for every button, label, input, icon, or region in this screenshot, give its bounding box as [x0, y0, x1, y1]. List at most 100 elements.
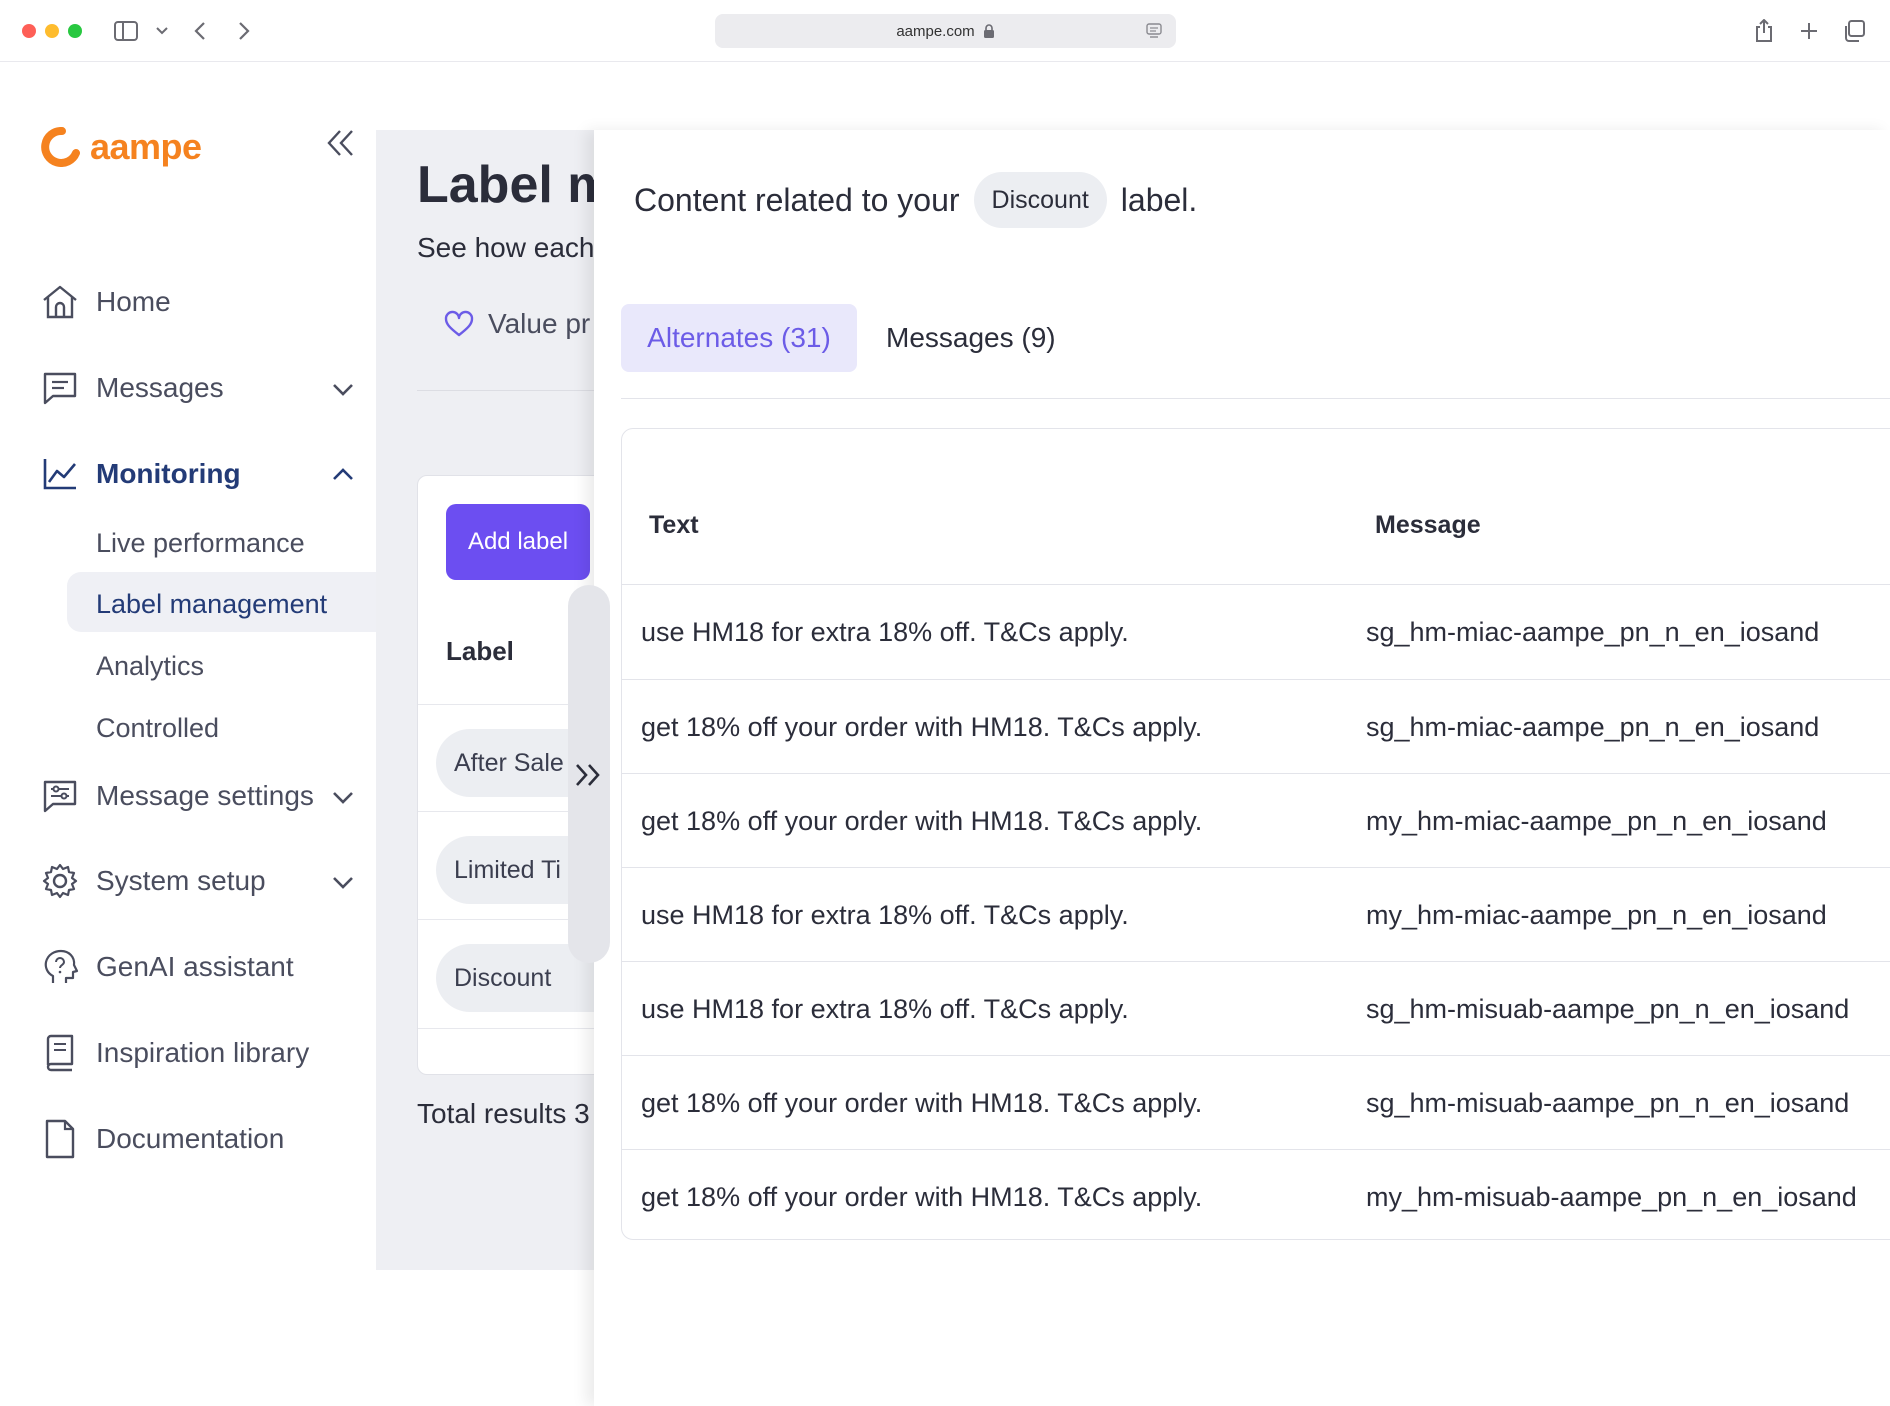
- logo-mark-icon: [41, 127, 80, 167]
- label-column-header: Label: [446, 636, 514, 666]
- home-icon: [40, 282, 80, 322]
- table-row[interactable]: use HM18 for extra 18% off. T&Cs apply. …: [622, 867, 1890, 961]
- chevron-down-icon[interactable]: [154, 16, 170, 46]
- gear-icon: [40, 861, 80, 901]
- tab-messages[interactable]: Messages (9): [886, 304, 1056, 372]
- panel-title: Content related to your Discount label.: [634, 172, 1197, 228]
- table-row[interactable]: get 18% off your order with HM18. T&Cs a…: [622, 1149, 1890, 1239]
- nav-system-setup-label: System setup: [96, 865, 266, 896]
- total-results: Total results 3: [417, 1098, 590, 1129]
- browser-toolbar: aampe.com: [0, 0, 1890, 62]
- address-bar[interactable]: aampe.com: [715, 14, 1176, 48]
- nav-home[interactable]: Home: [40, 277, 171, 327]
- forward-icon[interactable]: [234, 16, 254, 46]
- nav-monitoring-label: Monitoring: [96, 458, 241, 489]
- message-icon: [40, 368, 80, 408]
- minimize-window-button[interactable]: [45, 24, 59, 38]
- nav-genai-label: GenAI assistant: [96, 951, 294, 982]
- chevron-up-icon[interactable]: [330, 462, 356, 488]
- label-badge: Discount: [973, 172, 1107, 228]
- nav-message-settings[interactable]: Message settings: [40, 771, 314, 821]
- reader-icon[interactable]: [1146, 23, 1162, 39]
- subnav-analytics[interactable]: Analytics: [96, 644, 204, 688]
- label-content-panel: Content related to your Discount label. …: [594, 130, 1890, 1406]
- chevron-down-icon[interactable]: [330, 376, 356, 402]
- nav-messages-label: Messages: [96, 372, 224, 403]
- cell-text: use HM18 for extra 18% off. T&Cs apply.: [641, 616, 1129, 647]
- cell-message: sg_hm-misuab-aampe_pn_n_en_iosand: [1366, 1087, 1850, 1118]
- subnav-controlled-label: Controlled: [96, 712, 220, 743]
- value-tab-label: Value pr: [488, 308, 591, 339]
- divider: [418, 1028, 594, 1029]
- cell-text: get 18% off your order with HM18. T&Cs a…: [641, 711, 1203, 742]
- panel-title-prefix: Content related to your: [634, 181, 960, 218]
- chevron-down-icon[interactable]: [330, 784, 356, 810]
- back-icon[interactable]: [190, 16, 210, 46]
- nav-system-setup[interactable]: System setup: [40, 856, 266, 906]
- cell-text: get 18% off your order with HM18. T&Cs a…: [641, 1087, 1203, 1118]
- subnav-live-performance[interactable]: Live performance: [96, 521, 305, 565]
- divider: [417, 390, 594, 391]
- message-settings-icon: [40, 776, 80, 816]
- column-header-text: Text: [649, 511, 699, 539]
- tab-alternates[interactable]: Alternates (31): [621, 304, 857, 372]
- cell-text: get 18% off your order with HM18. T&Cs a…: [641, 805, 1203, 836]
- subnav-label-management[interactable]: Label management: [96, 582, 327, 626]
- cell-text: get 18% off your order with HM18. T&Cs a…: [641, 1181, 1203, 1212]
- cell-message: my_hm-miac-aampe_pn_n_en_iosand: [1366, 899, 1827, 930]
- aampe-logo[interactable]: aampe: [40, 126, 202, 168]
- tab-overview-icon[interactable]: [1842, 16, 1866, 46]
- table-row[interactable]: get 18% off your order with HM18. T&Cs a…: [622, 679, 1890, 773]
- share-icon[interactable]: [1752, 16, 1776, 46]
- cell-message: sg_hm-misuab-aampe_pn_n_en_iosand: [1366, 993, 1850, 1024]
- label-chip-discount[interactable]: Discount: [436, 944, 594, 1012]
- zoom-window-button[interactable]: [68, 24, 82, 38]
- nav-monitoring[interactable]: Monitoring: [40, 449, 241, 499]
- subnav-analytics-label: Analytics: [96, 650, 205, 681]
- cell-message: my_hm-miac-aampe_pn_n_en_iosand: [1366, 805, 1827, 836]
- subnav-controlled[interactable]: Controlled: [96, 706, 219, 750]
- nav-home-label: Home: [96, 286, 171, 317]
- nav-messages[interactable]: Messages: [40, 363, 224, 413]
- cell-text: use HM18 for extra 18% off. T&Cs apply.: [641, 993, 1129, 1024]
- nav-genai-assistant[interactable]: GenAI assistant: [40, 942, 294, 992]
- subnav-label-mgmt-label: Label management: [96, 588, 328, 619]
- cell-message: sg_hm-miac-aampe_pn_n_en_iosand: [1366, 616, 1820, 647]
- chevron-down-icon[interactable]: [330, 869, 356, 895]
- nav-documentation[interactable]: Documentation: [40, 1114, 284, 1164]
- nav-documentation-label: Documentation: [96, 1123, 285, 1154]
- close-window-button[interactable]: [22, 24, 36, 38]
- column-header-message: Message: [1375, 511, 1481, 539]
- heart-icon: [444, 310, 474, 337]
- alternates-table: Text Message use HM18 for extra 18% off.…: [621, 428, 1890, 1240]
- nav-inspiration-library[interactable]: Inspiration library: [40, 1028, 309, 1078]
- subnav-live-label: Live performance: [96, 527, 305, 558]
- sidebar-toggle-icon[interactable]: [112, 16, 140, 46]
- table-row[interactable]: get 18% off your order with HM18. T&Cs a…: [622, 1055, 1890, 1149]
- nav-inspiration-label: Inspiration library: [96, 1037, 310, 1068]
- chart-line-icon: [40, 454, 80, 494]
- table-row[interactable]: use HM18 for extra 18% off. T&Cs apply. …: [622, 585, 1890, 679]
- document-icon: [40, 1119, 80, 1159]
- book-icon: [40, 1033, 80, 1073]
- collapse-sidebar-icon[interactable]: [326, 128, 356, 163]
- ai-head-icon: [40, 947, 80, 987]
- label-management-page: Label m See how each Value pr Add label …: [376, 130, 594, 1270]
- cell-text: use HM18 for extra 18% off. T&Cs apply.: [641, 899, 1129, 930]
- url-text: aampe.com: [896, 22, 975, 40]
- add-label-button[interactable]: Add label: [446, 504, 590, 580]
- expand-panel-icon[interactable]: [573, 760, 605, 795]
- lock-icon: [983, 24, 994, 38]
- logo-text: aampe: [90, 126, 202, 167]
- cell-message: sg_hm-miac-aampe_pn_n_en_iosand: [1366, 711, 1820, 742]
- cell-message: my_hm-misuab-aampe_pn_n_en_iosand: [1366, 1181, 1857, 1212]
- table-row[interactable]: get 18% off your order with HM18. T&Cs a…: [622, 773, 1890, 867]
- panel-title-suffix: label.: [1120, 181, 1198, 218]
- new-tab-icon[interactable]: [1798, 16, 1820, 46]
- page-subtitle: See how each: [417, 232, 594, 263]
- nav-message-settings-label: Message settings: [96, 780, 314, 811]
- divider: [621, 398, 1890, 399]
- page-title: Label m: [417, 156, 594, 214]
- value-proposition-tab[interactable]: Value pr: [444, 308, 590, 340]
- table-row[interactable]: use HM18 for extra 18% off. T&Cs apply. …: [622, 961, 1890, 1055]
